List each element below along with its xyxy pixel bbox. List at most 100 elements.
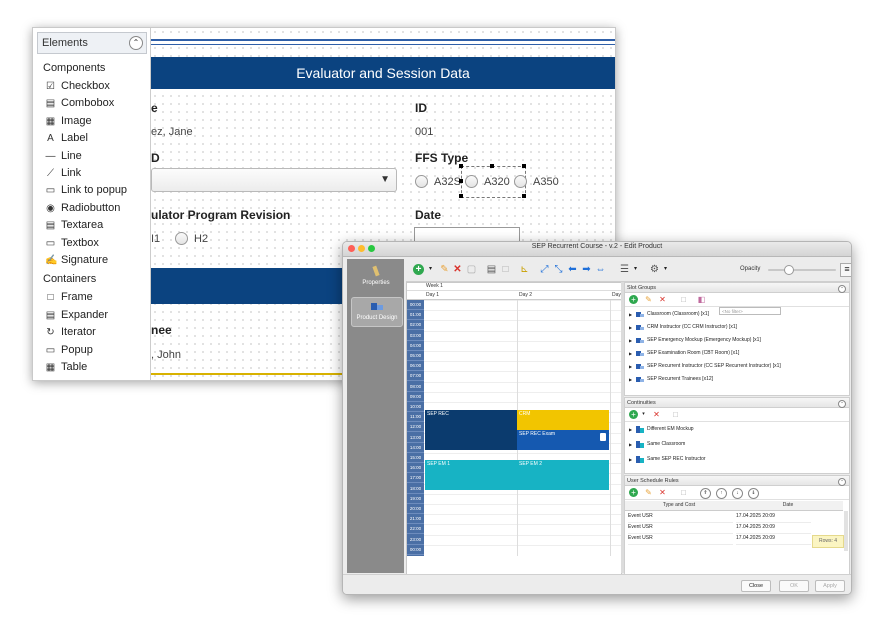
chevron-down-icon[interactable]: ▾: [660, 264, 671, 275]
expand-triangle-icon[interactable]: ▶: [629, 335, 632, 346]
elements-panel-header[interactable]: Elements ⌃: [37, 32, 147, 54]
rail-properties-button[interactable]: Properties: [351, 263, 401, 291]
add-icon[interactable]: +: [629, 488, 638, 497]
list-icon[interactable]: ☰: [619, 264, 630, 275]
popup-icon: ▭: [45, 344, 56, 356]
expand-triangle-icon[interactable]: ▶: [629, 348, 632, 359]
filter-input[interactable]: <No filter>: [719, 307, 781, 315]
user-schedule-rules-header[interactable]: User Schedule Rules ⌃: [625, 476, 849, 486]
event-sep-rec[interactable]: SEP REC: [425, 410, 517, 450]
collapse-icon[interactable]: ⤡: [553, 264, 564, 275]
resize-handle[interactable]: [459, 164, 463, 168]
expand-triangle-icon[interactable]: ▶: [629, 374, 632, 385]
move-top-icon[interactable]: ⇑: [700, 488, 711, 499]
add-icon[interactable]: +: [629, 410, 638, 419]
frame-icon[interactable]: □: [500, 264, 511, 275]
resize-handle[interactable]: [490, 164, 494, 168]
add-icon[interactable]: +: [413, 264, 424, 275]
column-header[interactable]: Date: [733, 501, 843, 511]
hour-label: 23:00: [407, 535, 424, 545]
add-icon[interactable]: +: [629, 295, 638, 304]
expand-icon[interactable]: ⤢: [539, 264, 550, 275]
collapse-icon[interactable]: ⌃: [129, 36, 143, 50]
resize-handle[interactable]: [459, 179, 463, 183]
slot-group-label: CRM Instructor (CC CRM Instructor) [x1]: [647, 324, 738, 330]
fit-width-icon[interactable]: ⇔: [595, 264, 606, 275]
schedule-grid[interactable]: Week 1 Day 1 Day 2 Day 00:00 01:00 02:00 03…: [406, 282, 622, 575]
edit-icon[interactable]: ✎: [644, 488, 653, 497]
continuity-label: Same Classroom: [647, 441, 686, 447]
panel-title: Slot Groups: [627, 285, 657, 291]
delete-icon[interactable]: ✕: [452, 264, 463, 275]
menu-icon[interactable]: ≡: [840, 263, 851, 277]
radio-h2[interactable]: [175, 232, 188, 245]
chevron-down-icon[interactable]: ▾: [630, 264, 641, 275]
print-icon[interactable]: ▤: [486, 264, 497, 275]
table-cell[interactable]: 17.04.2025 20:09: [736, 533, 811, 545]
column-header[interactable]: Type and Cost: [625, 501, 733, 511]
move-down-icon[interactable]: ↓: [732, 488, 743, 499]
collapse-icon[interactable]: ⌃: [838, 285, 846, 293]
arrow-right-icon[interactable]: ➡: [581, 264, 592, 275]
combobox[interactable]: ▼: [151, 168, 397, 192]
grid-line: [424, 330, 621, 332]
chevron-down-icon[interactable]: ▾: [639, 410, 648, 419]
expand-triangle-icon[interactable]: ▶: [629, 424, 632, 435]
table-cell[interactable]: Event USR: [628, 533, 733, 545]
element-label: Signature: [61, 254, 109, 266]
radio-a32s[interactable]: [415, 175, 428, 188]
move-bottom-icon[interactable]: ⇓: [748, 488, 759, 499]
delete-icon[interactable]: ✕: [658, 295, 667, 304]
continuity-icon: [636, 456, 644, 463]
move-up-icon[interactable]: ↑: [716, 488, 727, 499]
rail-product-design-button[interactable]: Product Design: [351, 297, 403, 327]
resize-handle[interactable]: [459, 194, 463, 198]
chevron-down-icon[interactable]: ▾: [425, 264, 436, 275]
label-icon: A: [47, 133, 54, 145]
scrollbar[interactable]: [844, 511, 848, 551]
title-bar[interactable]: SEP Recurrent Course - v.2 - Edit Produc…: [343, 242, 851, 257]
radio-a350[interactable]: [514, 175, 527, 188]
slot-groups-header[interactable]: Slot Groups ⌃: [625, 283, 849, 293]
section-banner[interactable]: Evaluator and Session Data: [151, 57, 615, 89]
tag-icon[interactable]: ◧: [697, 295, 706, 304]
continuities-header[interactable]: Continuities ⌃: [625, 398, 849, 408]
frame-icon[interactable]: □: [671, 410, 680, 419]
expand-triangle-icon[interactable]: ▶: [629, 454, 632, 465]
event-sep-rec-exam[interactable]: SEP REC Exam: [517, 430, 609, 450]
opacity-slider[interactable]: [768, 269, 836, 271]
collapse-icon[interactable]: ⌃: [838, 400, 846, 408]
expand-triangle-icon[interactable]: ▶: [629, 309, 632, 320]
delete-icon[interactable]: ✕: [652, 410, 661, 419]
hour-label: 21:00: [407, 514, 424, 525]
radio-a320[interactable]: [465, 175, 478, 188]
resize-handle[interactable]: [522, 164, 526, 168]
settings-icon[interactable]: ⚙: [649, 264, 660, 275]
resize-handle[interactable]: [522, 194, 526, 198]
apply-button[interactable]: Apply: [815, 580, 845, 592]
frame-icon[interactable]: □: [679, 295, 688, 304]
expand-triangle-icon[interactable]: ▶: [629, 361, 632, 372]
textbox-icon: ▭: [45, 237, 56, 249]
delete-icon[interactable]: ✕: [658, 488, 667, 497]
align-icon[interactable]: ⊾: [519, 264, 530, 275]
copy-icon[interactable]: ▢: [466, 264, 477, 275]
edit-icon[interactable]: ✎: [644, 295, 653, 304]
frame-icon[interactable]: □: [679, 488, 688, 497]
expand-triangle-icon[interactable]: ▶: [629, 439, 632, 450]
arrow-left-icon[interactable]: ⬅: [567, 264, 578, 275]
grid-line: [424, 514, 621, 516]
event-sep-em-2[interactable]: SEP EM 2: [517, 460, 609, 490]
edit-icon[interactable]: ✎: [439, 264, 450, 275]
event-crm[interactable]: CRM: [517, 410, 609, 430]
radio-label: I1: [151, 233, 161, 245]
event-sep-em-1[interactable]: SEP EM 1: [425, 460, 517, 490]
opacity-slider-knob[interactable]: [784, 265, 794, 275]
grid-line: [424, 534, 621, 536]
expand-triangle-icon[interactable]: ▶: [629, 322, 632, 333]
slot-group-icon: [636, 351, 644, 356]
ok-button[interactable]: OK: [779, 580, 809, 592]
close-button[interactable]: Close: [741, 580, 771, 592]
collapse-icon[interactable]: ⌃: [838, 478, 846, 486]
grid-line: [424, 381, 621, 383]
